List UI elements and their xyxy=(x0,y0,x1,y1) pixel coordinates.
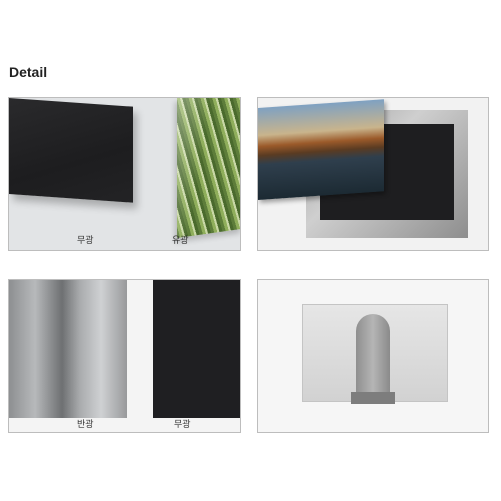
section-title: Detail xyxy=(9,64,48,80)
gloss-panel-image xyxy=(177,98,240,239)
frame-mount-photo xyxy=(257,97,489,251)
matte-vs-gloss-photo: 무광 유광 xyxy=(8,97,241,251)
caption-matte: 무광 xyxy=(174,420,191,430)
stand-leg-image xyxy=(356,314,390,404)
stand-back-photo xyxy=(257,279,489,433)
caption-gloss: 유광 xyxy=(172,236,189,246)
stand-foot-image xyxy=(351,392,395,404)
matte-panel-image xyxy=(9,98,133,203)
semi-gloss-vs-matte-photo: 반광 무광 xyxy=(8,279,241,433)
semi-gloss-panel-image xyxy=(9,280,127,418)
caption-matte: 무광 xyxy=(77,236,94,246)
landscape-print-image xyxy=(258,99,384,200)
caption-semi-gloss: 반광 xyxy=(77,420,94,430)
matte-panel-image xyxy=(153,280,240,418)
